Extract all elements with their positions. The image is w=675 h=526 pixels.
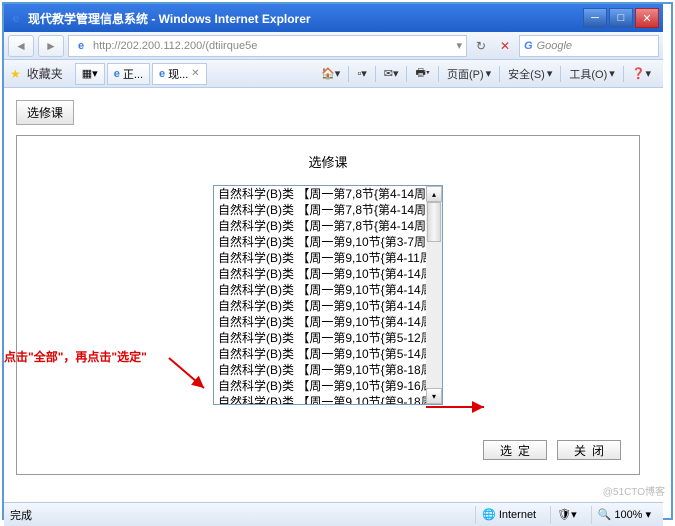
list-item[interactable]: 自然科学(B)类 【周一第9,10节{第5-14周: [214, 346, 426, 362]
refresh-button[interactable]: ↻: [471, 36, 491, 56]
back-button[interactable]: ◄: [8, 35, 34, 57]
internet-zone[interactable]: 🌐 Internet: [475, 506, 542, 524]
tools-menu[interactable]: 工具(O)▾: [563, 64, 620, 84]
zoom-icon: 🔍: [598, 508, 612, 521]
page-menu[interactable]: 页面(P)▾: [441, 64, 497, 84]
list-item[interactable]: 自然科学(B)类 【周一第9,10节{第4-14周: [214, 298, 426, 314]
window-title: 现代教学管理信息系统 - Windows Internet Explorer: [28, 10, 583, 27]
minimize-button[interactable]: ─: [583, 8, 607, 28]
annotation-text: 点击"全部"，再点击"选定": [4, 348, 147, 365]
list-item[interactable]: 自然科学(B)类 【周一第9,10节{第4-14周: [214, 314, 426, 330]
search-box[interactable]: G Google: [519, 35, 659, 57]
list-item[interactable]: 自然科学(B)类 【周一第9,10节{第3-7周}: [214, 234, 426, 250]
google-icon: G: [524, 40, 533, 52]
url-input[interactable]: [93, 40, 452, 52]
tab-close-icon[interactable]: ✕: [191, 68, 199, 79]
tab-1[interactable]: e正...: [107, 63, 150, 85]
panel-title: 选修课: [33, 152, 623, 171]
list-item[interactable]: 自然科学(B)类 【周一第9,10节{第4-14周: [214, 266, 426, 282]
list-item[interactable]: 自然科学(B)类 【周一第9,10节{第5-12周: [214, 330, 426, 346]
scroll-thumb[interactable]: [427, 202, 441, 242]
forward-button[interactable]: ►: [38, 35, 64, 57]
dropdown-icon[interactable]: ▾: [456, 39, 462, 52]
selection-panel: 选修课 自然科学(B)类 【周一第7,8节{第4-14周}自然科学(B)类 【周…: [16, 135, 640, 475]
list-item[interactable]: 自然科学(B)类 【周一第7,8节{第4-14周}: [214, 218, 426, 234]
status-text: 完成: [10, 507, 32, 523]
vertical-scrollbar[interactable]: ▴ ▾: [426, 186, 442, 404]
elective-tab[interactable]: 选修课: [16, 100, 74, 125]
annotation-arrow-horizontal: [424, 398, 494, 416]
close-button[interactable]: 关闭: [557, 440, 621, 460]
list-item[interactable]: 自然科学(B)类 【周一第9,10节{第8-18周: [214, 362, 426, 378]
annotation-arrow-diagonal: [164, 348, 214, 398]
watermark: @51CTO博客: [603, 483, 665, 498]
search-placeholder: Google: [537, 40, 572, 52]
favorites-star-icon[interactable]: ★: [10, 67, 21, 81]
mail-button[interactable]: ✉▾: [378, 65, 405, 82]
scroll-up-button[interactable]: ▴: [426, 186, 442, 202]
protected-mode-icon[interactable]: 🛡▾: [550, 506, 583, 524]
window-titlebar: e 现代教学管理信息系统 - Windows Internet Explorer…: [4, 4, 663, 32]
list-item[interactable]: 自然科学(B)类 【周一第9,10节{第9-18周: [214, 394, 426, 404]
favorites-label: 收藏夹: [27, 65, 63, 82]
list-item[interactable]: 自然科学(B)类 【周一第7,8节{第4-14周}: [214, 186, 426, 202]
tab-1-label: 正...: [123, 66, 143, 82]
feeds-button[interactable]: ▫▾: [351, 65, 372, 82]
globe-icon: 🌐: [482, 508, 496, 521]
close-window-button[interactable]: ✕: [635, 8, 659, 28]
list-item[interactable]: 自然科学(B)类 【周一第9,10节{第4-14周: [214, 282, 426, 298]
ie-page-icon: e: [73, 38, 89, 54]
tab-2[interactable]: e现...✕: [152, 63, 207, 85]
status-bar: 完成 🌐 Internet 🛡▾ 🔍 100%▾: [4, 502, 663, 526]
address-bar[interactable]: e ▾: [68, 35, 467, 57]
course-listbox[interactable]: 自然科学(B)类 【周一第7,8节{第4-14周}自然科学(B)类 【周一第7,…: [213, 185, 443, 405]
list-item[interactable]: 自然科学(B)类 【周一第9,10节{第9-16周: [214, 378, 426, 394]
stop-button[interactable]: ✕: [495, 36, 515, 56]
ie-icon: e: [8, 10, 24, 26]
print-button[interactable]: 🖶▾: [409, 62, 435, 85]
list-item[interactable]: 自然科学(B)类 【周一第9,10节{第4-11周: [214, 250, 426, 266]
scroll-track[interactable]: [426, 202, 442, 388]
quick-tabs-button[interactable]: ▦▾: [75, 63, 105, 85]
maximize-button[interactable]: □: [609, 8, 633, 28]
help-button[interactable]: ❓▾: [626, 65, 657, 82]
select-button[interactable]: 选定: [483, 440, 547, 460]
list-item[interactable]: 自然科学(B)类 【周一第7,8节{第4-14周}: [214, 202, 426, 218]
tab-2-label: 现...: [168, 66, 188, 82]
safety-menu[interactable]: 安全(S)▾: [502, 64, 558, 84]
home-button[interactable]: 🏠▾: [315, 65, 346, 82]
zoom-level[interactable]: 🔍 100%▾: [591, 506, 657, 524]
